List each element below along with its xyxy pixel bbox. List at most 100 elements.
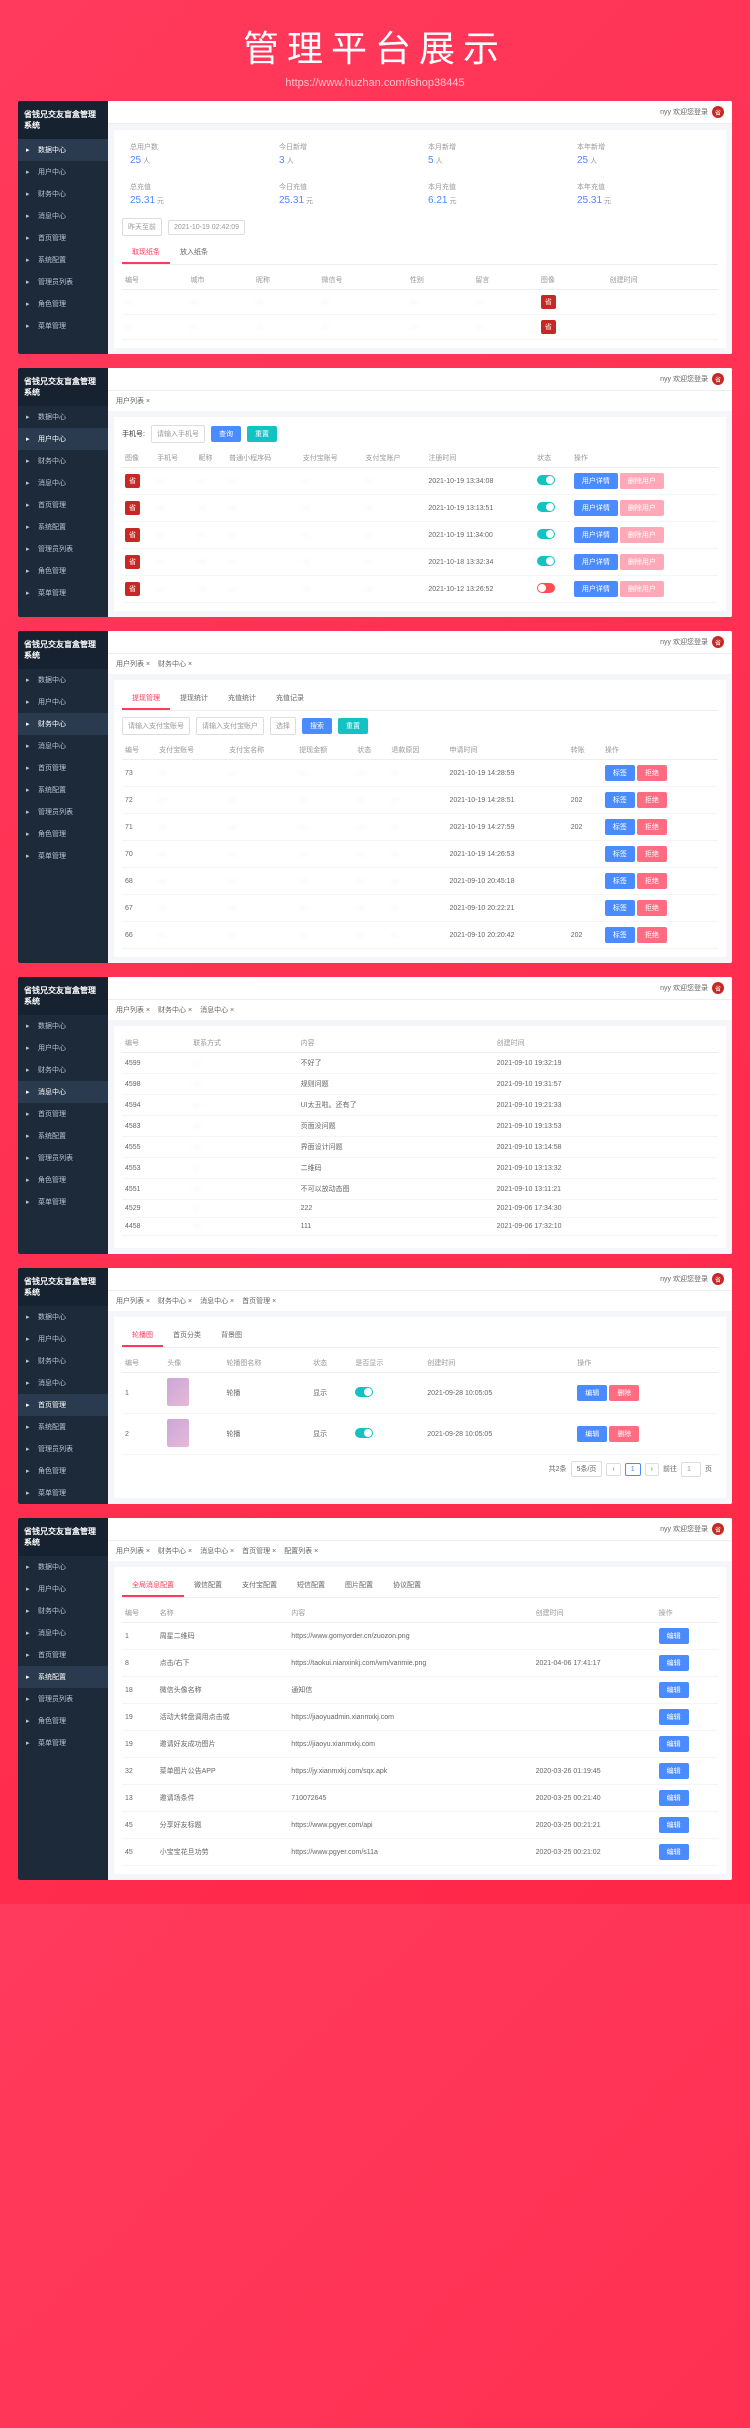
sidebar-item-1[interactable]: ▸用户中心 [18,1037,108,1059]
breadcrumb-item[interactable]: 首页管理 × [242,1546,276,1556]
status-toggle[interactable] [537,529,555,539]
sidebar-item-6[interactable]: ▸管理员列表 [18,1438,108,1460]
tab[interactable]: 全局消息配置 [122,1575,184,1597]
sidebar-item-8[interactable]: ▸菜单管理 [18,1732,108,1754]
sidebar-item-5[interactable]: ▸系统配置 [18,249,108,271]
sidebar-item-0[interactable]: ▸数据中心 [18,406,108,428]
breadcrumb-item[interactable]: 用户列表 × [116,1005,150,1015]
breadcrumb-item[interactable]: 财务中心 × [158,659,192,669]
breadcrumb-item[interactable]: 用户列表 × [116,1296,150,1306]
sidebar-item-4[interactable]: ▸首页管理 [18,1103,108,1125]
sidebar-item-7[interactable]: ▸角色管理 [18,1710,108,1732]
delete-button[interactable]: 删除用户 [620,581,664,597]
detail-button[interactable]: 用户详情 [574,554,618,570]
sidebar-item-8[interactable]: ▸菜单管理 [18,1191,108,1213]
tab[interactable]: 背景图 [211,1325,252,1347]
reset-button[interactable]: 重置 [338,718,368,734]
reject-button[interactable]: 拒绝 [637,792,667,808]
edit-button[interactable]: 编辑 [659,1655,689,1671]
sidebar-item-4[interactable]: ▸首页管理 [18,1394,108,1416]
page-number[interactable]: 1 [625,1463,641,1476]
status-toggle[interactable] [537,583,555,593]
tab[interactable]: 充值记录 [266,688,314,710]
reject-button[interactable]: 拒绝 [637,900,667,916]
sidebar-item-4[interactable]: ▸首页管理 [18,494,108,516]
detail-button[interactable]: 用户详情 [574,473,618,489]
sidebar-item-6[interactable]: ▸管理员列表 [18,1147,108,1169]
edit-button[interactable]: 编辑 [577,1426,607,1442]
alipay-account-input[interactable]: 请输入支付宝账号 [122,717,190,735]
sidebar-item-6[interactable]: ▸管理员列表 [18,271,108,293]
sidebar-item-3[interactable]: ▸消息中心 [18,735,108,757]
tag-button[interactable]: 标签 [605,873,635,889]
perpage-select[interactable]: 5条/页 [571,1461,603,1477]
sidebar-item-2[interactable]: ▸财务中心 [18,183,108,205]
delete-button[interactable]: 删除 [609,1385,639,1401]
tab[interactable]: 图片配置 [335,1575,383,1597]
tab[interactable]: 取现纸条 [122,242,170,264]
breadcrumb-item[interactable]: 财务中心 × [158,1296,192,1306]
sidebar-item-5[interactable]: ▸系统配置 [18,516,108,538]
tab[interactable]: 轮播图 [122,1325,163,1347]
sidebar-item-2[interactable]: ▸财务中心 [18,713,108,735]
detail-button[interactable]: 用户详情 [574,527,618,543]
sidebar-item-6[interactable]: ▸管理员列表 [18,1688,108,1710]
detail-button[interactable]: 用户详情 [574,500,618,516]
sidebar-item-1[interactable]: ▸用户中心 [18,161,108,183]
sidebar-item-5[interactable]: ▸系统配置 [18,779,108,801]
breadcrumb-item[interactable]: 用户列表 × [116,1546,150,1556]
status-toggle[interactable] [537,556,555,566]
reject-button[interactable]: 拒绝 [637,765,667,781]
reject-button[interactable]: 拒绝 [637,819,667,835]
tab[interactable]: 提现管理 [122,688,170,710]
search-button[interactable]: 搜索 [302,718,332,734]
sidebar-item-8[interactable]: ▸菜单管理 [18,845,108,867]
phone-input[interactable]: 请输入手机号 [151,425,205,443]
sidebar-item-0[interactable]: ▸数据中心 [18,1306,108,1328]
breadcrumb-item[interactable]: 财务中心 × [158,1005,192,1015]
tab[interactable]: 放入纸条 [170,242,218,264]
edit-button[interactable]: 编辑 [659,1790,689,1806]
tag-button[interactable]: 标签 [605,846,635,862]
tag-button[interactable]: 标签 [605,765,635,781]
sidebar-item-8[interactable]: ▸菜单管理 [18,1482,108,1504]
sidebar-item-2[interactable]: ▸财务中心 [18,1059,108,1081]
sidebar-item-8[interactable]: ▸菜单管理 [18,582,108,604]
breadcrumb-item[interactable]: 消息中心 × [200,1296,234,1306]
reject-button[interactable]: 拒绝 [637,846,667,862]
sidebar-item-4[interactable]: ▸首页管理 [18,757,108,779]
sidebar-item-2[interactable]: ▸财务中心 [18,450,108,472]
sidebar-item-6[interactable]: ▸管理员列表 [18,538,108,560]
sidebar-item-8[interactable]: ▸菜单管理 [18,315,108,337]
tag-button[interactable]: 标签 [605,819,635,835]
tab[interactable]: 支付宝配置 [232,1575,287,1597]
visible-toggle[interactable] [355,1428,373,1438]
date-input[interactable]: 2021-10-19 02:42:09 [168,220,245,235]
avatar[interactable]: 省 [712,1273,724,1285]
prev-button[interactable]: ‹ [606,1463,620,1476]
tab[interactable]: 充值统计 [218,688,266,710]
edit-button[interactable]: 编辑 [659,1817,689,1833]
reset-button[interactable]: 重置 [247,426,277,442]
sidebar-item-7[interactable]: ▸角色管理 [18,560,108,582]
alipay-name-input[interactable]: 请输入支付宝账户 [196,717,264,735]
next-button[interactable]: › [645,1463,659,1476]
sidebar-item-0[interactable]: ▸数据中心 [18,1015,108,1037]
detail-button[interactable]: 用户详情 [574,581,618,597]
sidebar-item-5[interactable]: ▸系统配置 [18,1416,108,1438]
visible-toggle[interactable] [355,1387,373,1397]
tab[interactable]: 首页分类 [163,1325,211,1347]
status-select[interactable]: 选择 [270,717,296,735]
sidebar-item-3[interactable]: ▸消息中心 [18,1372,108,1394]
breadcrumb-item[interactable]: 消息中心 × [200,1005,234,1015]
avatar[interactable]: 省 [712,636,724,648]
sidebar-item-0[interactable]: ▸数据中心 [18,1556,108,1578]
jump-input[interactable]: 1 [681,1462,701,1477]
tag-button[interactable]: 标签 [605,792,635,808]
avatar[interactable]: 省 [712,982,724,994]
sidebar-item-7[interactable]: ▸角色管理 [18,1169,108,1191]
delete-button[interactable]: 删除用户 [620,500,664,516]
avatar[interactable]: 省 [712,106,724,118]
delete-button[interactable]: 删除 [609,1426,639,1442]
sidebar-item-1[interactable]: ▸用户中心 [18,428,108,450]
